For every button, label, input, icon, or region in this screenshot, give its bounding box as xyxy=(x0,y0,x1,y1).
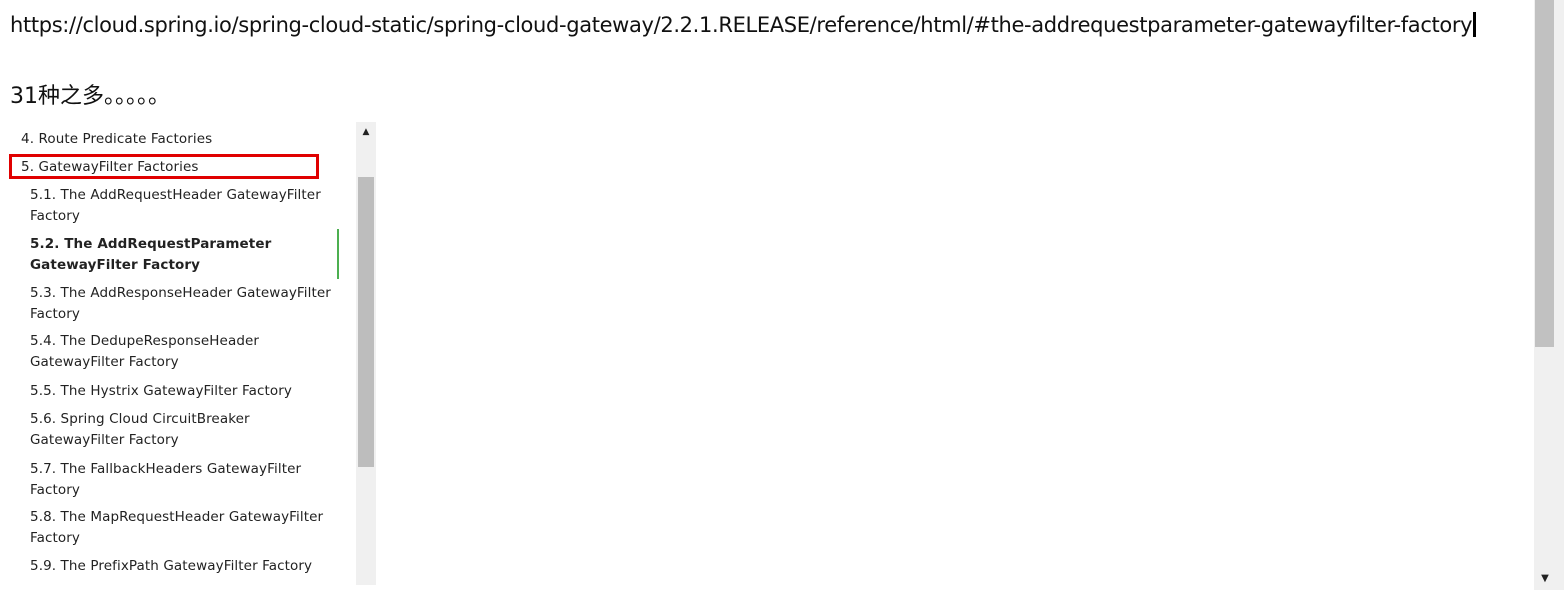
count-note: 31种之多。。。。。 xyxy=(10,84,170,109)
page-scrollbar-thumb[interactable] xyxy=(1535,0,1554,347)
toc-item-addrequestheader[interactable]: 5.1. The AddRequestHeader GatewayFilter … xyxy=(30,185,340,227)
toc-item-fallbackheaders[interactable]: 5.7. The FallbackHeaders GatewayFilter F… xyxy=(30,459,340,501)
toc-item-deduperesponseheader[interactable]: 5.4. The DedupeResponseHeader GatewayFil… xyxy=(30,331,340,373)
toc-sidebar: 4. Route Predicate Factories 5. GatewayF… xyxy=(0,122,378,585)
page-scrollbar[interactable]: ▼ xyxy=(1534,0,1564,590)
text-caret xyxy=(1473,12,1477,37)
toc-item-circuitbreaker[interactable]: 5.6. Spring Cloud CircuitBreaker Gateway… xyxy=(30,409,340,451)
url-text-line[interactable]: https://cloud.spring.io/spring-cloud-sta… xyxy=(10,10,1530,41)
toc-scrollbar-thumb[interactable] xyxy=(358,177,374,467)
scroll-up-arrow-icon[interactable]: ▲ xyxy=(356,124,376,140)
toc-item-addrequestparameter[interactable]: 5.2. The AddRequestParameter GatewayFilt… xyxy=(30,234,340,276)
toc-item-prefixpath[interactable]: 5.9. The PrefixPath GatewayFilter Factor… xyxy=(30,556,340,577)
active-item-indicator xyxy=(337,229,339,279)
scroll-down-arrow-icon[interactable]: ▼ xyxy=(1534,570,1556,588)
url-text: https://cloud.spring.io/spring-cloud-sta… xyxy=(10,13,1473,37)
toc-item-addresponseheader[interactable]: 5.3. The AddResponseHeader GatewayFilter… xyxy=(30,283,340,325)
toc-item-gatewayfilter-factories[interactable]: 5. GatewayFilter Factories xyxy=(21,157,199,178)
toc-scrollbar[interactable]: ▲ xyxy=(356,122,376,585)
toc-item-hystrix[interactable]: 5.5. The Hystrix GatewayFilter Factory xyxy=(30,381,340,402)
toc-item-maprequestheader[interactable]: 5.8. The MapRequestHeader GatewayFilter … xyxy=(30,507,340,549)
toc-item-route-predicate-factories[interactable]: 4. Route Predicate Factories xyxy=(21,129,212,150)
